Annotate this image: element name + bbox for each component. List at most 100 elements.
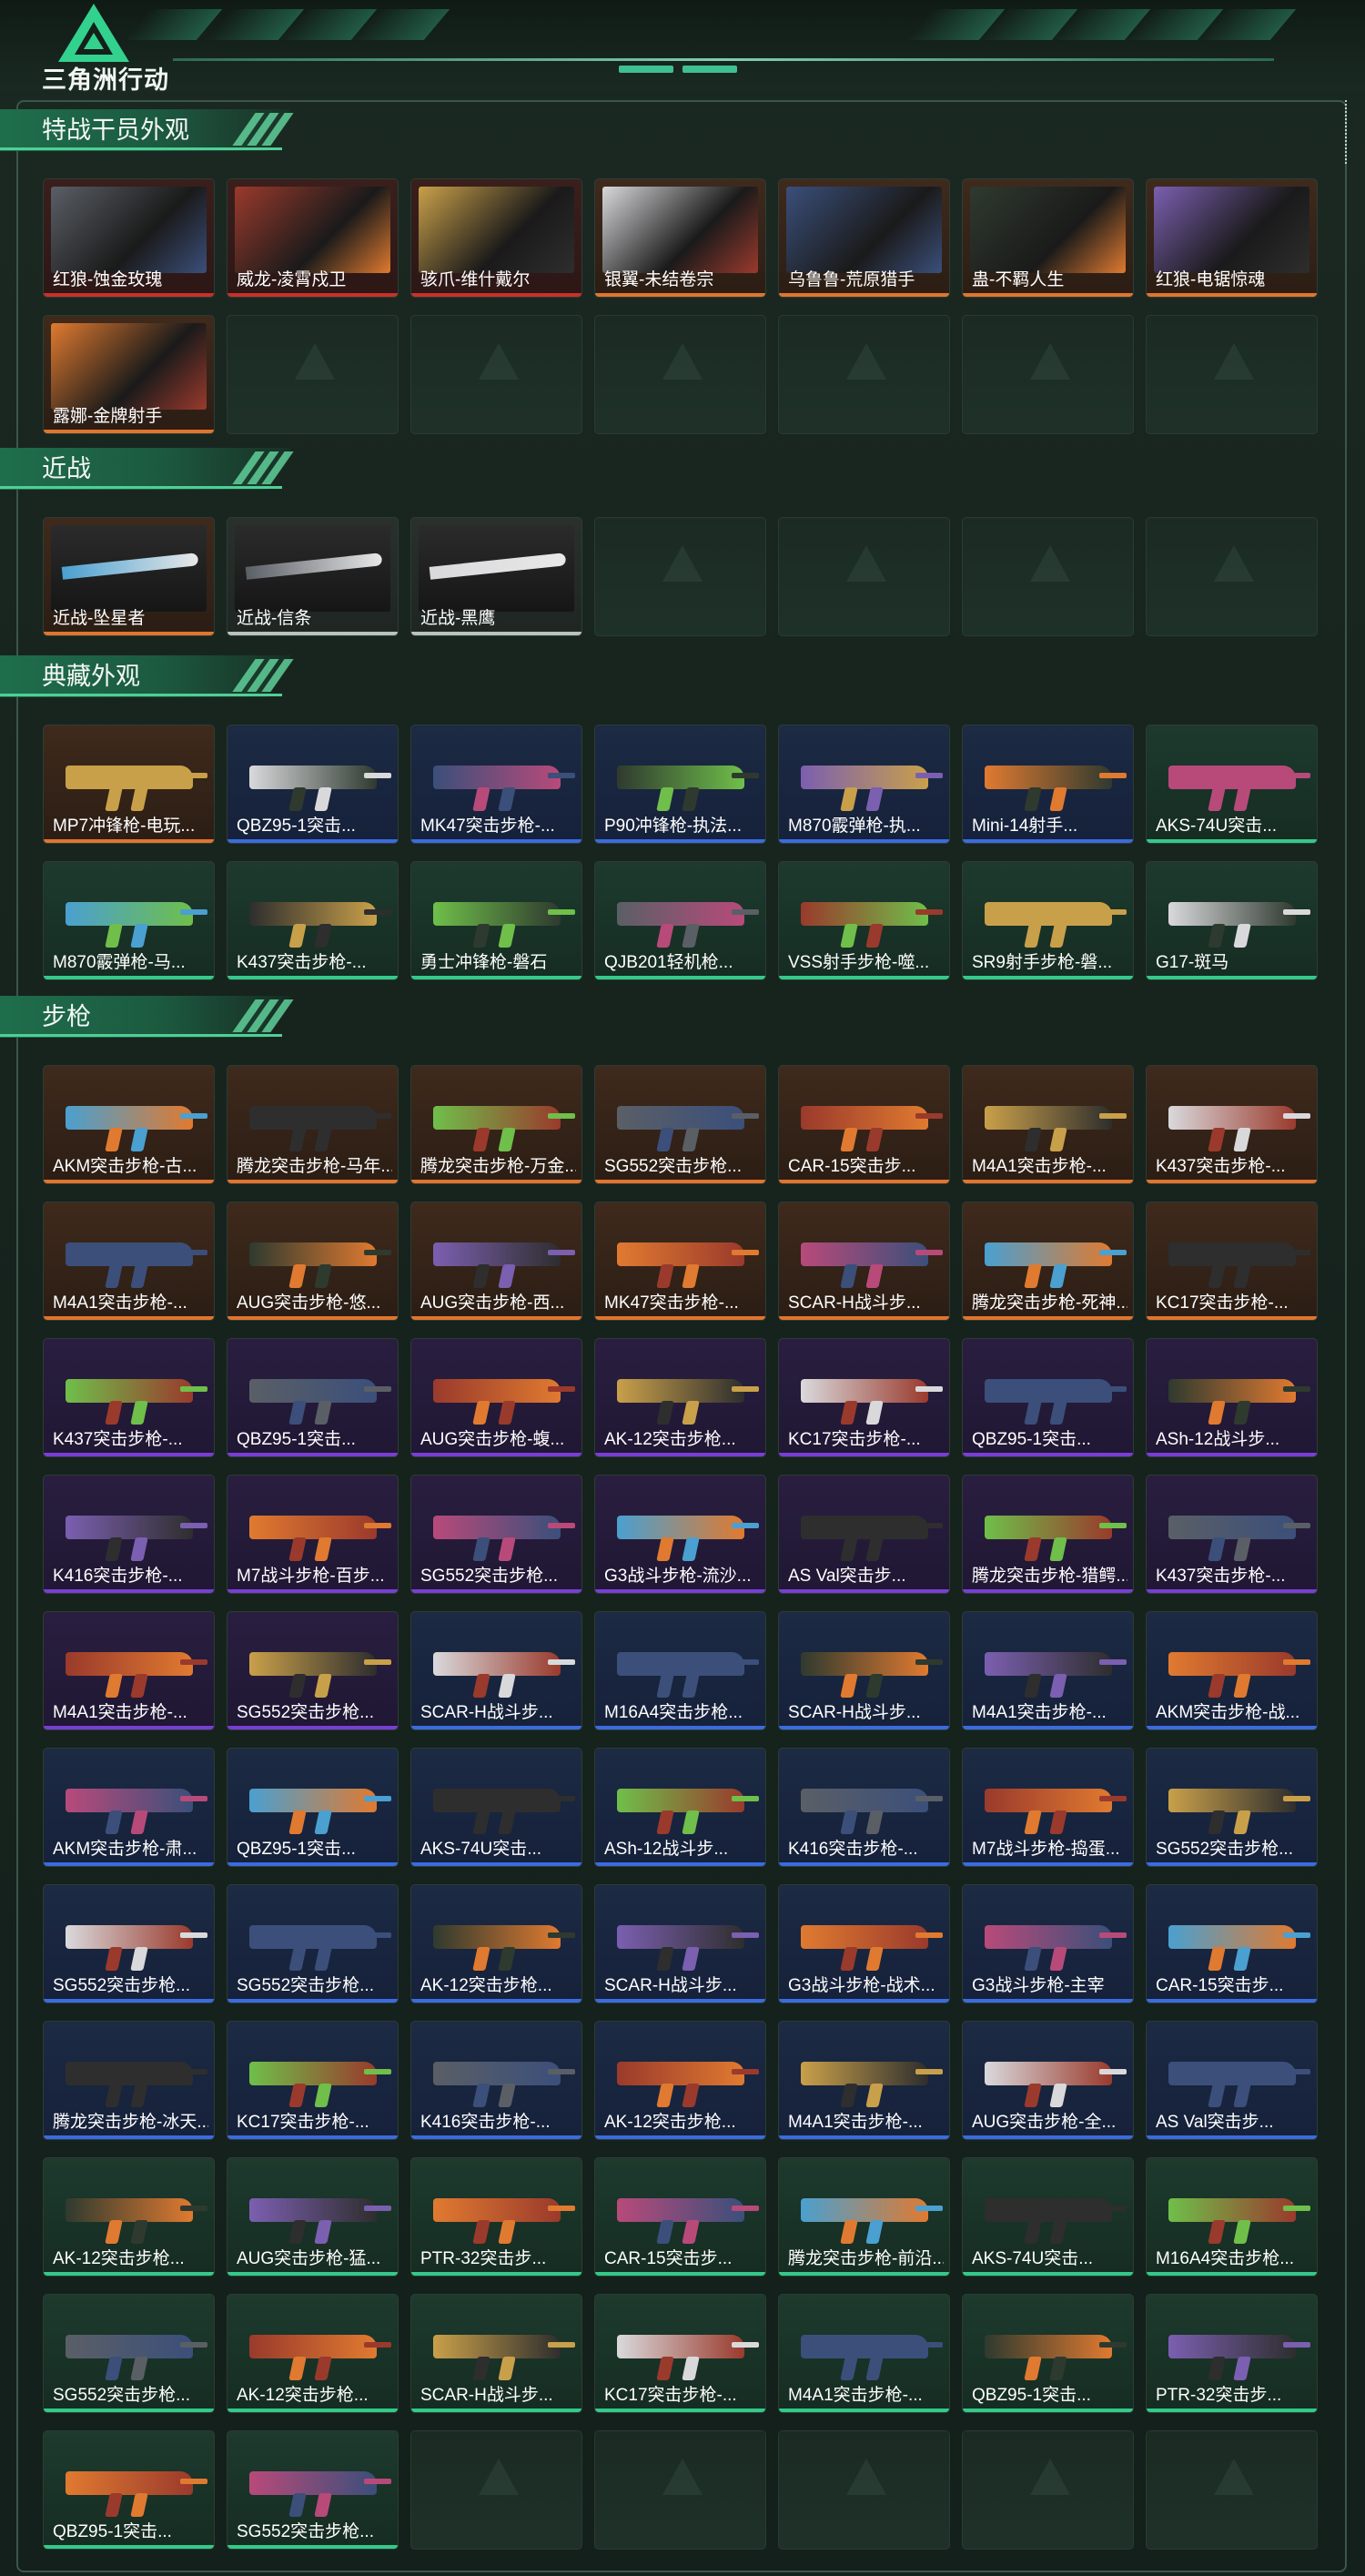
skin-card[interactable]: SG552突击步枪...	[43, 1884, 215, 2003]
skin-card[interactable]: G3战斗步枪-流沙...	[594, 1475, 766, 1594]
skin-card[interactable]: MK47突击步枪-...	[594, 1202, 766, 1321]
skin-card[interactable]: M7战斗步枪-捣蛋...	[962, 1748, 1134, 1867]
skin-card[interactable]: AUG突击步枪-猛...	[227, 2157, 399, 2277]
skin-card[interactable]: QBZ95-1突击...	[962, 1338, 1134, 1457]
skin-card[interactable]: SG552突击步枪...	[227, 1884, 399, 2003]
skin-card[interactable]: AKS-74U突击...	[962, 2157, 1134, 2277]
skin-card[interactable]: SCAR-H战斗步...	[410, 2294, 582, 2413]
skin-card[interactable]: AK-12突击步枪...	[227, 2294, 399, 2413]
skin-card[interactable]: SCAR-H战斗步...	[778, 1611, 950, 1730]
skin-card[interactable]: ASh-12战斗步...	[1146, 1338, 1318, 1457]
skin-card[interactable]: QBZ95-1突击...	[962, 2294, 1134, 2413]
skin-name-label: QBZ95-1突击...	[972, 2386, 1091, 2405]
skin-card[interactable]: M4A1突击步枪-...	[778, 2294, 950, 2413]
skin-card[interactable]: 银翼-未结卷宗	[594, 178, 766, 298]
skin-card[interactable]: M4A1突击步枪-...	[962, 1065, 1134, 1184]
skin-card[interactable]: AKS-74U突击...	[1146, 725, 1318, 844]
skin-card[interactable]: 腾龙突击步枪-前沿...	[778, 2157, 950, 2277]
skin-card[interactable]: G17-斑马	[1146, 861, 1318, 980]
skin-card[interactable]: CAR-15突击步...	[594, 2157, 766, 2277]
skin-card[interactable]: QBZ95-1突击...	[43, 2430, 215, 2550]
skin-card[interactable]: AS Val突击步...	[1146, 2021, 1318, 2140]
skin-card[interactable]: 近战-黑鹰	[410, 517, 582, 636]
skin-card[interactable]: PTR-32突击步...	[410, 2157, 582, 2277]
skin-card[interactable]: CAR-15突击步...	[778, 1065, 950, 1184]
skin-card[interactable]: M7战斗步枪-百步...	[227, 1475, 399, 1594]
skin-card[interactable]: SCAR-H战斗步...	[410, 1611, 582, 1730]
skin-card[interactable]: G3战斗步枪-战术...	[778, 1884, 950, 2003]
weapon-magazine	[682, 1674, 700, 1698]
skin-card[interactable]: 威龙-凌霄戍卫	[227, 178, 399, 298]
skin-card[interactable]: SG552突击步枪...	[43, 2294, 215, 2413]
skin-card[interactable]: 红狼-电锯惊魂	[1146, 178, 1318, 298]
skin-card[interactable]: QJB201轻机枪...	[594, 861, 766, 980]
skin-card[interactable]: AUG突击步枪-悠...	[227, 1202, 399, 1321]
skin-card[interactable]: QBZ95-1突击...	[227, 725, 399, 844]
skin-card[interactable]: K416突击步枪-...	[410, 2021, 582, 2140]
skin-card[interactable]: MK47突击步枪-...	[410, 725, 582, 844]
skin-card[interactable]: 腾龙突击步枪-猎鳄...	[962, 1475, 1134, 1594]
skin-card[interactable]: 近战-信条	[227, 517, 399, 636]
skin-card[interactable]: KC17突击步枪-...	[594, 2294, 766, 2413]
skin-card[interactable]: 腾龙突击步枪-死神...	[962, 1202, 1134, 1321]
skin-card[interactable]: M4A1突击步枪-...	[778, 2021, 950, 2140]
skin-card[interactable]: 勇士冲锋枪-磐石	[410, 861, 582, 980]
skin-card[interactable]: SG552突击步枪...	[410, 1475, 582, 1594]
skin-card[interactable]: KC17突击步枪-...	[227, 2021, 399, 2140]
skin-card[interactable]: AKM突击步枪-肃...	[43, 1748, 215, 1867]
skin-card[interactable]: AUG突击步枪-西...	[410, 1202, 582, 1321]
skin-card[interactable]: K437突击步枪-...	[1146, 1065, 1318, 1184]
skin-card[interactable]: MP7冲锋枪-电玩...	[43, 725, 215, 844]
skin-card[interactable]: G3战斗步枪-主宰	[962, 1884, 1134, 2003]
skin-card[interactable]: SG552突击步枪...	[227, 1611, 399, 1730]
skin-card[interactable]: CAR-15突击步...	[1146, 1884, 1318, 2003]
skin-card[interactable]: M4A1突击步枪-...	[43, 1611, 215, 1730]
skin-card[interactable]: SG552突击步枪...	[1146, 1748, 1318, 1867]
skin-card[interactable]: M870霰弹枪-执...	[778, 725, 950, 844]
skin-card[interactable]: AS Val突击步...	[778, 1475, 950, 1594]
skin-card[interactable]: AKS-74U突击...	[410, 1748, 582, 1867]
skin-card[interactable]: SR9射手步枪-磐...	[962, 861, 1134, 980]
skin-card[interactable]: 腾龙突击步枪-马年...	[227, 1065, 399, 1184]
skin-card[interactable]: P90冲锋枪-执法...	[594, 725, 766, 844]
skin-card[interactable]: AK-12突击步枪...	[594, 2021, 766, 2140]
skin-card[interactable]: AK-12突击步枪...	[594, 1338, 766, 1457]
skin-card[interactable]: 腾龙突击步枪-冰天...	[43, 2021, 215, 2140]
skin-card[interactable]: SCAR-H战斗步...	[778, 1202, 950, 1321]
skin-card[interactable]: AKM突击步枪-战...	[1146, 1611, 1318, 1730]
skin-card[interactable]: SG552突击步枪...	[227, 2430, 399, 2550]
skin-card[interactable]: AK-12突击步枪...	[410, 1884, 582, 2003]
skin-card[interactable]: 露娜-金牌射手	[43, 315, 215, 434]
skin-card[interactable]: K416突击步枪-...	[43, 1475, 215, 1594]
skin-card[interactable]: 腾龙突击步枪-万金...	[410, 1065, 582, 1184]
skin-card[interactable]: KC17突击步枪-...	[778, 1338, 950, 1457]
skin-card[interactable]: 近战-坠星者	[43, 517, 215, 636]
skin-card[interactable]: M16A4突击步枪...	[594, 1611, 766, 1730]
skin-card[interactable]: K437突击步枪-...	[227, 861, 399, 980]
skin-card[interactable]: 蛊-不羁人生	[962, 178, 1134, 298]
skin-card[interactable]: M16A4突击步枪...	[1146, 2157, 1318, 2277]
skin-card[interactable]: VSS射手步枪-噬...	[778, 861, 950, 980]
skin-card[interactable]: AK-12突击步枪...	[43, 2157, 215, 2277]
skin-card[interactable]: K416突击步枪-...	[778, 1748, 950, 1867]
skin-card[interactable]: K437突击步枪-...	[43, 1338, 215, 1457]
skin-card[interactable]: KC17突击步枪-...	[1146, 1202, 1318, 1321]
skin-card[interactable]: Mini-14射手...	[962, 725, 1134, 844]
skin-card[interactable]: AUG突击步枪-蝮...	[410, 1338, 582, 1457]
skin-card[interactable]: AKM突击步枪-古...	[43, 1065, 215, 1184]
skin-card[interactable]: SCAR-H战斗步...	[594, 1884, 766, 2003]
skin-card[interactable]: PTR-32突击步...	[1146, 2294, 1318, 2413]
skin-card[interactable]: M4A1突击步枪-...	[43, 1202, 215, 1321]
skin-card[interactable]: AUG突击步枪-全...	[962, 2021, 1134, 2140]
skin-card[interactable]: M4A1突击步枪-...	[962, 1611, 1134, 1730]
skin-card[interactable]: K437突击步枪-...	[1146, 1475, 1318, 1594]
skin-card[interactable]: 骇爪-维什戴尔	[410, 178, 582, 298]
skin-card[interactable]: 红狼-蚀金玫瑰	[43, 178, 215, 298]
skin-card[interactable]: QBZ95-1突击...	[227, 1748, 399, 1867]
skin-card[interactable]: QBZ95-1突击...	[227, 1338, 399, 1457]
skin-card[interactable]: 乌鲁鲁-荒原猎手	[778, 178, 950, 298]
skin-card[interactable]: ASh-12战斗步...	[594, 1748, 766, 1867]
skin-card[interactable]: M870霰弹枪-马...	[43, 861, 215, 980]
scrollbar[interactable]	[1345, 100, 1352, 164]
skin-card[interactable]: SG552突击步枪...	[594, 1065, 766, 1184]
